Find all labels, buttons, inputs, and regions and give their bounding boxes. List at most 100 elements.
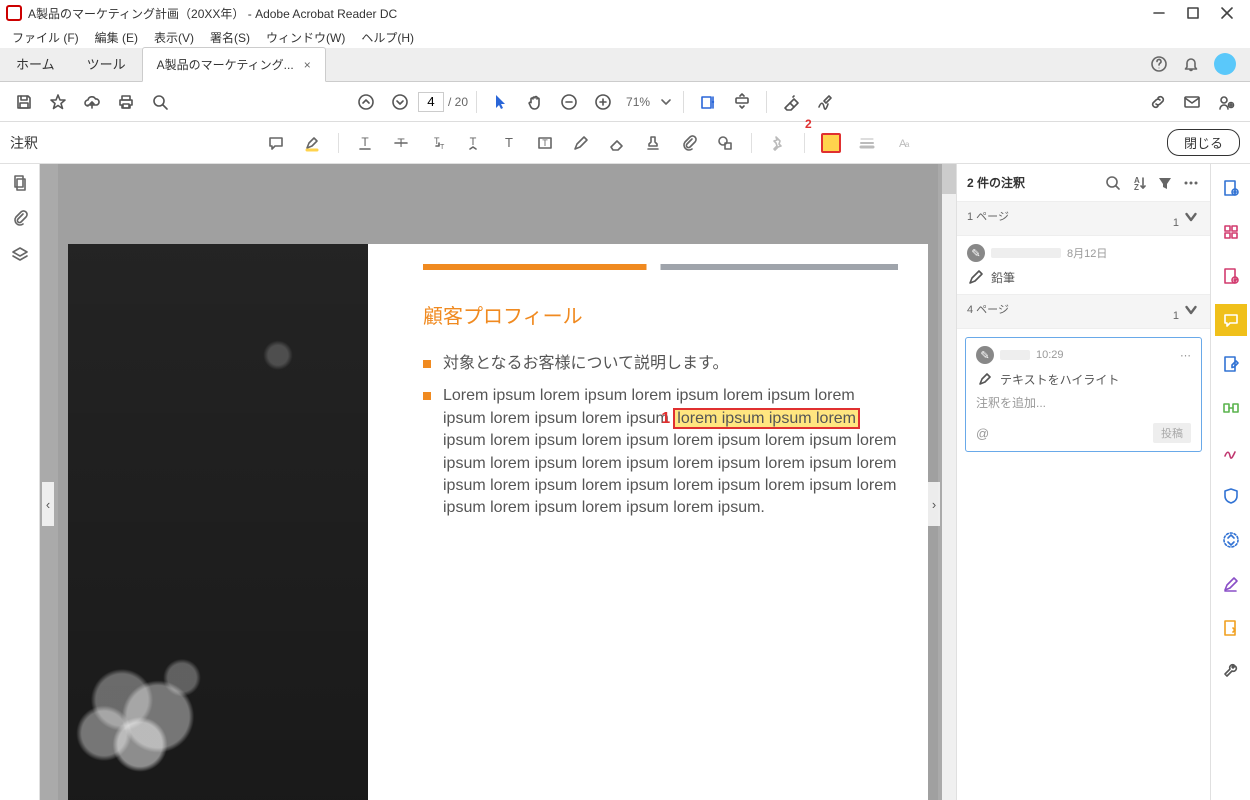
scrollbar[interactable] [942,164,956,800]
menu-view[interactable]: 表示(V) [146,29,202,46]
shapes-icon[interactable] [709,127,741,159]
prev-page-button[interactable]: ‹ [42,482,54,526]
text-highlight[interactable]: 1lorem ipsum ipsum lorem [673,408,860,429]
rr-edit-icon[interactable] [1215,348,1247,380]
erase-icon[interactable] [775,86,807,118]
layers-icon[interactable] [11,246,29,264]
mention-icon[interactable]: @ [976,426,989,441]
page1-label[interactable]: 1 ページ [967,208,1009,229]
page-up-icon[interactable] [350,86,382,118]
scroll-icon[interactable] [726,86,758,118]
bullet-icon [423,392,431,400]
zoom-dropdown-icon[interactable] [657,93,675,111]
attach-icon[interactable] [673,127,705,159]
annotation-label: 注釈 [10,133,260,153]
underline-icon[interactable]: T [349,127,381,159]
rr-protect-icon[interactable] [1215,480,1247,512]
rr-comment-icon[interactable] [1215,304,1247,336]
pdf-page: 顧客プロフィール 対象となるお客様について説明します。 Lorem ipsum … [68,244,928,800]
highlight-icon[interactable] [296,127,328,159]
color-picker[interactable]: 2 [815,127,847,159]
page4-label[interactable]: 4 ページ [967,301,1009,322]
page-down-icon[interactable] [384,86,416,118]
rr-compress-icon[interactable] [1215,524,1247,556]
font-icon[interactable]: Aa [887,127,919,159]
rr-more-tools-icon[interactable] [1215,656,1247,688]
stamp-icon[interactable] [637,127,669,159]
svg-text:T: T [440,144,445,151]
pin-icon[interactable] [762,127,794,159]
menu-file[interactable]: ファイル (F) [4,29,87,46]
maximize-button[interactable] [1176,2,1210,24]
rr-organize-icon[interactable] [1215,216,1247,248]
menu-window[interactable]: ウィンドウ(W) [258,29,353,46]
replace-text-icon[interactable]: TT [421,127,453,159]
textbox-icon[interactable]: T [529,127,561,159]
page-input[interactable] [418,92,444,112]
next-page-button[interactable]: › [928,482,940,526]
rr-fill-icon[interactable] [1215,568,1247,600]
bell-icon[interactable] [1182,55,1200,73]
tab-close-button[interactable]: × [304,58,311,72]
highlight-dot-icon: ✎ [976,346,994,364]
print-icon[interactable] [110,86,142,118]
menu-edit[interactable]: 編集 (E) [87,29,146,46]
comment-more-icon[interactable]: ⋯ [1180,349,1191,362]
post-button[interactable]: 投稿 [1153,423,1191,443]
star-icon[interactable] [42,86,74,118]
avatar[interactable] [1214,53,1236,75]
line-width-icon[interactable] [851,127,883,159]
rr-convert-icon[interactable] [1215,612,1247,644]
svg-text:T: T [361,135,369,149]
help-icon[interactable] [1150,55,1168,73]
insert-text-icon[interactable]: T [457,127,489,159]
more-icon[interactable] [1182,174,1200,192]
comment-item-1[interactable]: ✎8月12日 鉛筆 [957,236,1210,295]
sign-icon[interactable] [809,86,841,118]
page-image [68,244,368,800]
clip-icon[interactable] [11,210,29,228]
color-badge: 2 [805,117,812,131]
zoom-out-icon[interactable] [553,86,585,118]
hand-icon[interactable] [519,86,551,118]
note-icon[interactable] [260,127,292,159]
rr-create-icon[interactable] [1215,172,1247,204]
comment-item-2[interactable]: ✎10:29⋯ テキストをハイライト 注釈を追加... @ 投稿 [965,337,1202,452]
rr-combine-icon[interactable] [1215,392,1247,424]
save-icon[interactable] [8,86,40,118]
tab-home[interactable]: ホーム [0,46,71,81]
tab-tools[interactable]: ツール [71,46,142,81]
text-icon[interactable]: T [493,127,525,159]
fit-width-icon[interactable] [692,86,724,118]
menu-sign[interactable]: 署名(S) [202,29,258,46]
cloud-icon[interactable] [76,86,108,118]
share-icon[interactable] [1210,86,1242,118]
pencil-icon[interactable] [565,127,597,159]
app-icon [6,5,22,21]
comment-input[interactable]: 注釈を追加... [976,388,1191,417]
pointer-icon[interactable] [485,86,517,118]
page-total: / 20 [448,95,468,109]
bullet-icon [423,360,431,368]
search-comments-icon[interactable] [1104,174,1122,192]
rr-sign-icon[interactable] [1215,436,1247,468]
close-window-button[interactable] [1210,2,1244,24]
zoom-value[interactable]: 71% [621,92,655,112]
strike-icon[interactable]: T [385,127,417,159]
svg-text:Z: Z [1134,183,1139,192]
tab-document[interactable]: A製品のマーケティング... × [142,47,326,82]
filter-icon[interactable] [1156,174,1174,192]
mail-icon[interactable] [1176,86,1208,118]
zoom-in-icon[interactable] [587,86,619,118]
comments-header: 2 件の注釈 [967,174,1025,191]
thumbnails-icon[interactable] [11,174,29,192]
close-annotation-button[interactable]: 閉じる [1167,129,1240,156]
eraser-icon[interactable] [601,127,633,159]
menu-help[interactable]: ヘルプ(H) [353,29,422,46]
sort-icon[interactable]: AZ [1130,174,1148,192]
minimize-button[interactable] [1142,2,1176,24]
search-icon[interactable] [144,86,176,118]
link-icon[interactable] [1142,86,1174,118]
highlight-dot-icon: ✎ [967,244,985,262]
rr-export-icon[interactable] [1215,260,1247,292]
